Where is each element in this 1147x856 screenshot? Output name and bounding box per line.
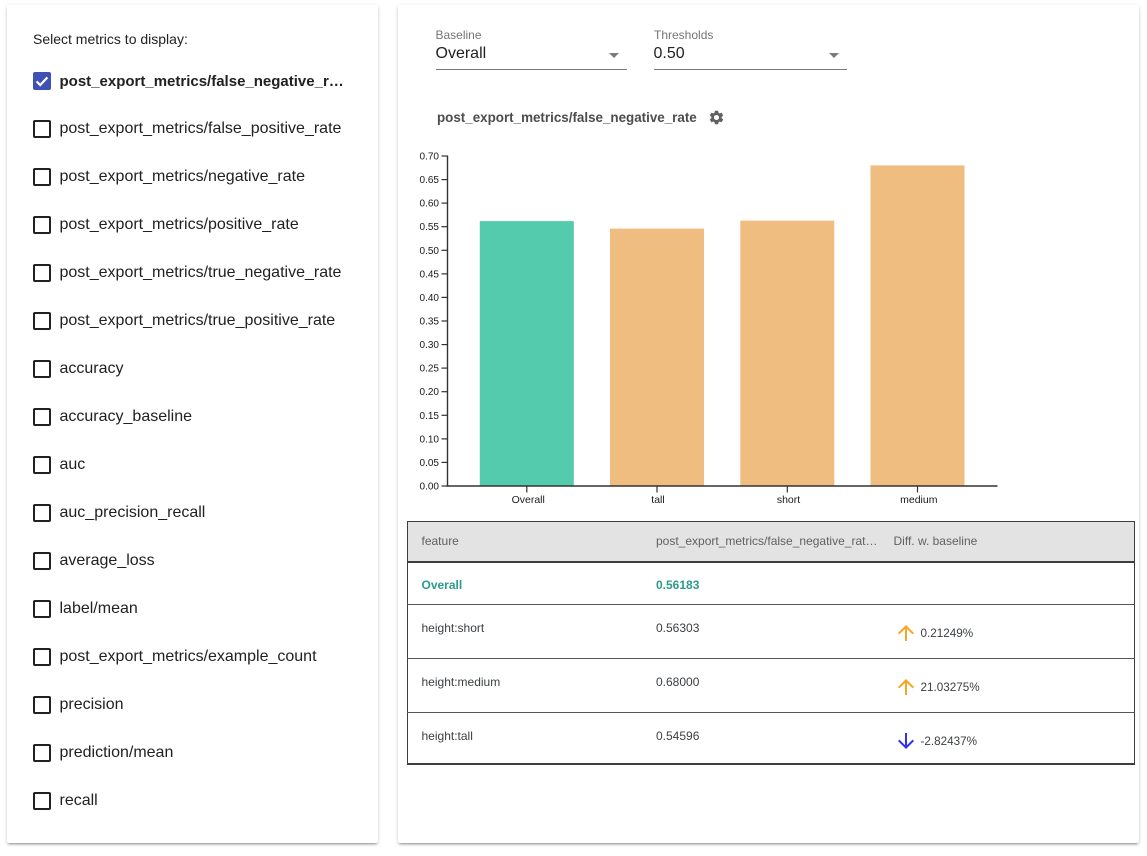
svg-text:0.35: 0.35 xyxy=(420,317,440,328)
svg-text:0.60: 0.60 xyxy=(420,199,440,210)
svg-text:0.65: 0.65 xyxy=(420,175,440,186)
svg-text:medium: medium xyxy=(900,494,938,506)
svg-text:short: short xyxy=(777,494,800,506)
svg-text:0.00: 0.00 xyxy=(420,482,440,493)
svg-text:0.45: 0.45 xyxy=(420,269,440,280)
svg-text:0.40: 0.40 xyxy=(420,293,440,304)
svg-text:0.30: 0.30 xyxy=(420,340,440,351)
svg-text:0.15: 0.15 xyxy=(420,411,440,422)
svg-text:0.05: 0.05 xyxy=(420,458,440,469)
svg-text:tall: tall xyxy=(651,494,664,506)
svg-text:0.25: 0.25 xyxy=(420,364,440,375)
svg-text:0.10: 0.10 xyxy=(420,434,440,445)
svg-text:0.20: 0.20 xyxy=(420,387,440,398)
svg-text:0.70: 0.70 xyxy=(420,152,440,163)
svg-text:0.50: 0.50 xyxy=(420,246,440,257)
svg-text:0.55: 0.55 xyxy=(420,222,440,233)
svg-text:Overall: Overall xyxy=(512,494,545,506)
